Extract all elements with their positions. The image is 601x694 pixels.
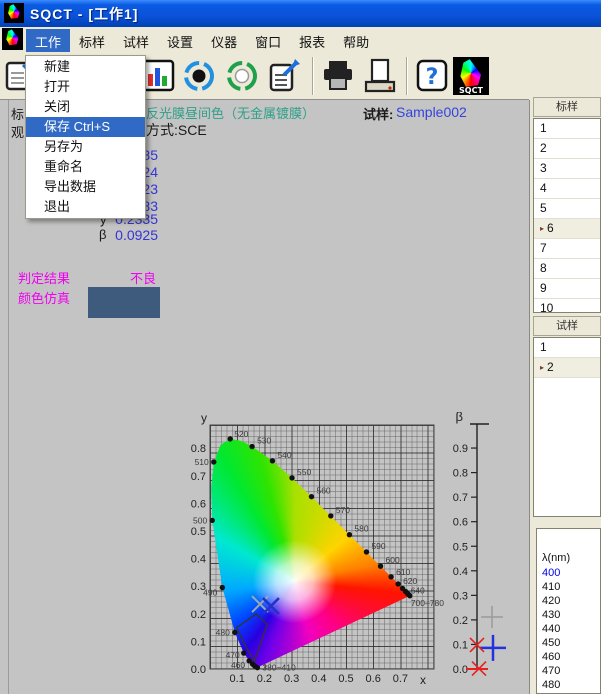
about-sqct-button[interactable]: SQCT	[453, 57, 489, 95]
menubar-items: 工作标样试样设置仪器窗口报表帮助	[26, 28, 378, 54]
wavelength-row[interactable]: 430	[542, 608, 600, 622]
wavelength-header: λ(nm)	[542, 551, 600, 566]
menubar-item-7[interactable]: 帮助	[334, 29, 378, 54]
measure-sample-button[interactable]	[224, 57, 260, 95]
print-button[interactable]	[320, 57, 356, 95]
wavelength-row[interactable]: 420	[542, 594, 600, 608]
observer-row-label: 观	[11, 122, 24, 141]
menu-item-6[interactable]: 导出数据	[26, 177, 145, 197]
menu-item-3[interactable]: 保存 Ctrl+S	[26, 117, 145, 137]
color-sim-label: 颜色仿真	[18, 288, 70, 307]
cie-horseshoe	[210, 425, 434, 669]
beta-value: 0.0925	[108, 227, 158, 243]
measure-standard-button[interactable]	[181, 57, 217, 95]
wavelength-row-selected[interactable]: 400	[542, 566, 600, 580]
toolbar-separator	[406, 57, 408, 95]
standard-row[interactable]: 5	[534, 199, 600, 219]
app-window: SQCT - [工作1] 工作标样试样设置仪器窗口报表帮助	[0, 0, 601, 694]
chromaticity-plot	[210, 425, 434, 669]
standards-list[interactable]: 12345▸67891011	[533, 118, 601, 313]
sample-name: Sample002	[396, 104, 467, 120]
menubar-item-0[interactable]: 工作	[26, 29, 70, 54]
menubar-item-1[interactable]: 标样	[70, 29, 114, 54]
standard-row[interactable]: 2	[534, 139, 600, 159]
standards-panel-header: 标样	[533, 97, 601, 117]
standard-row[interactable]: 1	[534, 119, 600, 139]
samples-panel-header: 试样	[533, 316, 601, 336]
standard-row[interactable]: 4	[534, 179, 600, 199]
divider	[8, 100, 9, 694]
judge-result-label: 判定结果	[18, 268, 70, 287]
logo-text: SQCT	[453, 86, 489, 95]
print-preview-button[interactable]	[362, 57, 398, 95]
judge-result-value: 不良	[130, 268, 156, 287]
gamut-blob-icon	[5, 29, 20, 45]
svg-text:?: ?	[426, 65, 439, 90]
file-menu-popup: 新建打开关闭保存 Ctrl+S另存为重命名导出数据退出	[25, 55, 146, 219]
menu-bar: 工作标样试样设置仪器窗口报表帮助	[0, 27, 601, 53]
target-standard-icon	[181, 57, 217, 95]
toolbar-separator	[312, 57, 314, 95]
standard-row[interactable]: 10	[534, 299, 600, 313]
menu-item-0[interactable]: 新建	[26, 57, 145, 77]
wavelength-panel[interactable]: λ(nm) 400410420430440450460470480490	[536, 528, 601, 694]
wavelength-row[interactable]: 450	[542, 636, 600, 650]
sample-row[interactable]: 1	[534, 338, 600, 358]
question-mark-icon: ?	[414, 57, 450, 95]
menubar-item-5[interactable]: 窗口	[246, 29, 290, 54]
sample-row-selected[interactable]: ▸2	[534, 358, 600, 378]
wavelength-row[interactable]: 410	[542, 580, 600, 594]
wavelength-row[interactable]: 440	[542, 622, 600, 636]
printer-icon	[320, 57, 356, 95]
app-logo-icon	[4, 3, 24, 23]
menu-item-1[interactable]: 打开	[26, 77, 145, 97]
export-report-button[interactable]	[266, 57, 302, 95]
print-preview-icon	[362, 57, 398, 95]
standard-row[interactable]: 9	[534, 279, 600, 299]
menubar-item-4[interactable]: 仪器	[202, 29, 246, 54]
samples-list[interactable]: 1▸2	[533, 337, 601, 517]
selected-row-marker: ▸	[540, 359, 544, 377]
color-sim-swatch	[88, 287, 160, 318]
standard-row[interactable]: 7	[534, 239, 600, 259]
wavelength-row[interactable]: 480	[542, 678, 600, 692]
sample-label: 试样:	[363, 104, 393, 123]
menubar-item-3[interactable]: 设置	[158, 29, 202, 54]
wavelength-rows: 400410420430440450460470480490	[542, 566, 600, 694]
menubar-item-6[interactable]: 报表	[290, 29, 334, 54]
standard-row[interactable]: 8	[534, 259, 600, 279]
wavelength-row[interactable]: 470	[542, 664, 600, 678]
gamut-blob-icon	[458, 59, 483, 87]
beta-value-label: β	[99, 227, 106, 242]
menu-item-4[interactable]: 另存为	[26, 137, 145, 157]
menubar-item-2[interactable]: 试样	[114, 29, 158, 54]
standard-row[interactable]: 3	[534, 159, 600, 179]
standard-row-selected[interactable]: ▸6	[534, 219, 600, 239]
measure-mode-text: 方式:SCE	[146, 120, 207, 140]
menu-item-5[interactable]: 重命名	[26, 157, 145, 177]
document-export-icon	[266, 57, 302, 95]
title-bar[interactable]: SQCT - [工作1]	[0, 0, 601, 27]
document-logo-icon[interactable]	[2, 28, 23, 50]
menu-item-7[interactable]: 退出	[26, 197, 145, 217]
wavelength-row[interactable]: 460	[542, 650, 600, 664]
target-sample-icon	[224, 57, 260, 95]
standard-row-label: 标	[11, 104, 24, 123]
selected-row-marker: ▸	[540, 220, 544, 238]
window-title: SQCT - [工作1]	[30, 4, 138, 24]
menu-item-2[interactable]: 关闭	[26, 97, 145, 117]
gamut-blob-icon	[7, 4, 21, 19]
help-button[interactable]: ?	[414, 57, 450, 95]
